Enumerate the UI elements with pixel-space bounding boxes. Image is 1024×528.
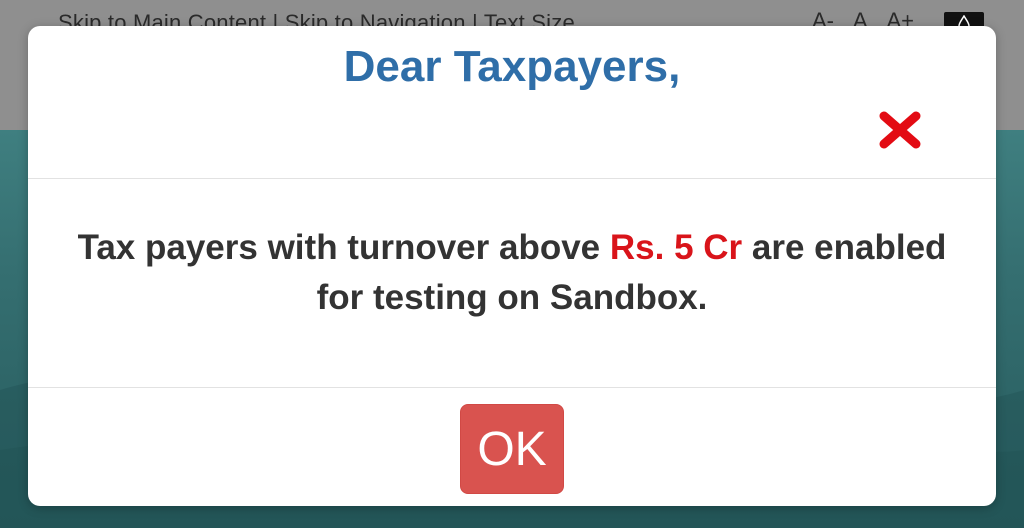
taxpayer-notice-modal: Dear Taxpayers, Tax payers with turnover… [28, 26, 996, 506]
modal-footer: OK [28, 388, 996, 506]
turnover-threshold: Rs. 5 Cr [609, 228, 743, 267]
ok-button[interactable]: OK [460, 404, 564, 494]
modal-title: Dear Taxpayers, [343, 42, 681, 91]
modal-header: Dear Taxpayers, [28, 26, 996, 179]
modal-message: Tax payers with turnover above Rs. 5 Cr … [68, 223, 956, 323]
close-x-icon[interactable] [878, 110, 922, 150]
modal-body: Tax payers with turnover above Rs. 5 Cr … [28, 179, 996, 388]
message-text-start: Tax payers with turnover above [77, 228, 610, 267]
